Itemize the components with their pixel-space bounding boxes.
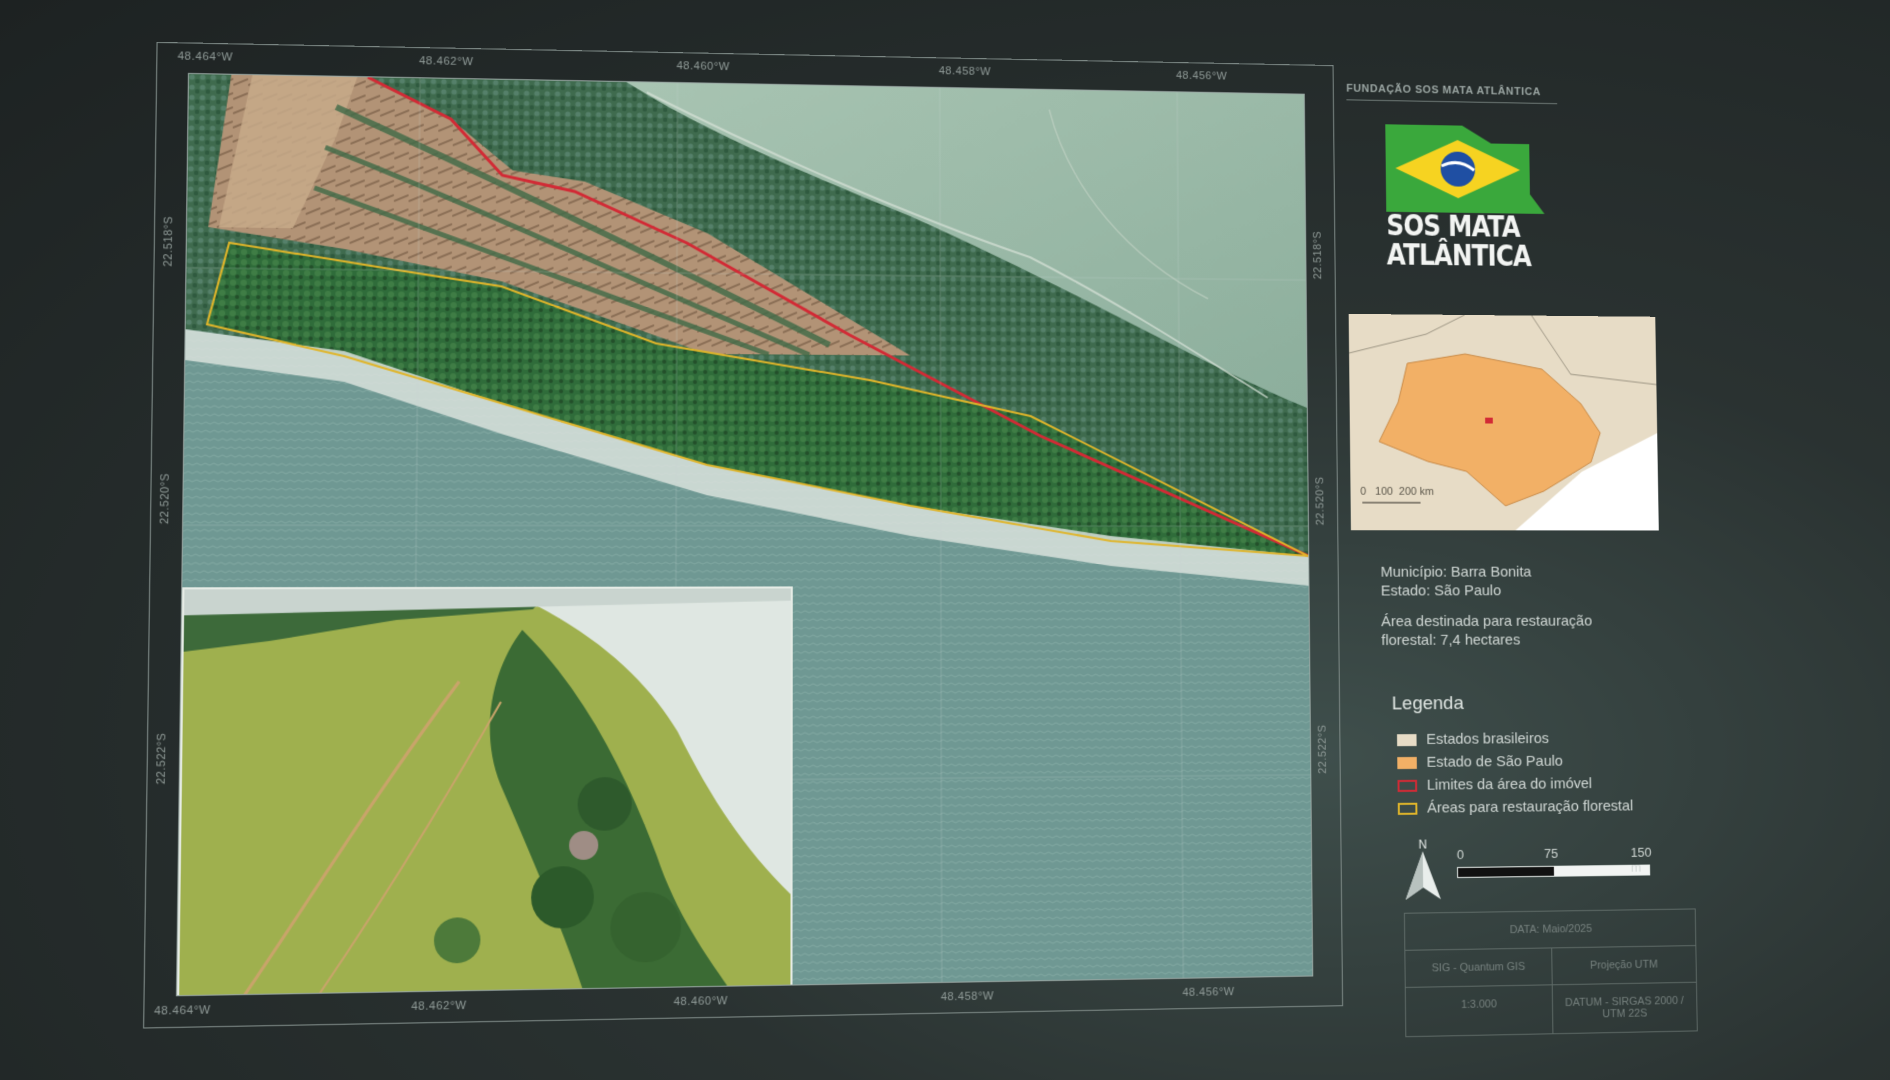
sig-cell: SIG - Quantum GIS — [1405, 948, 1551, 987]
scale-end: 150 m — [1631, 845, 1652, 875]
coord-right-1: 22.518°S — [1312, 231, 1324, 279]
satellite-map — [176, 73, 1313, 996]
scale-bar: 0 75 150 m — [1457, 845, 1650, 878]
coord-bottom-1: 48.464°W — [154, 1004, 211, 1018]
legend-label: Limites da área do imóvel — [1427, 775, 1592, 793]
projection-cell: Projeção UTM — [1551, 946, 1696, 984]
coord-top-3: 48.460°W — [677, 60, 730, 73]
scale-zero: 0 — [1457, 847, 1464, 862]
legend-swatch-states — [1397, 734, 1417, 746]
area-text-line-1: Área destinada para restauração — [1381, 612, 1592, 631]
logo-text: SOS MATA ATLÂNTICA — [1386, 212, 1531, 272]
area-text-line-2: florestal: 7,4 hectares — [1381, 630, 1592, 650]
brazil-flag-logo — [1385, 124, 1549, 214]
legend-swatch-restoration — [1398, 802, 1418, 814]
locator-scale-zero: 0 — [1360, 486, 1366, 498]
coord-right-2: 22.520°S — [1314, 476, 1326, 525]
legend-swatch-boundary — [1398, 779, 1418, 791]
date-cell: DATA: Maio/2025 — [1405, 909, 1695, 949]
north-arrow-icon — [1403, 851, 1443, 901]
coord-top-5: 48.456°W — [1176, 70, 1227, 83]
locator-marker — [1485, 418, 1493, 424]
coord-bottom-2: 48.462°W — [411, 1000, 467, 1014]
coord-bottom-5: 48.456°W — [1182, 986, 1234, 999]
north-label: N — [1403, 837, 1442, 851]
coord-right-3: 22.522°S — [1317, 724, 1329, 773]
legend-title: Legenda — [1392, 693, 1464, 715]
scale-mid: 75 — [1544, 846, 1558, 861]
north-arrow: N — [1403, 837, 1443, 906]
legend-swatch-sao-paulo — [1397, 756, 1417, 768]
organization-name: FUNDAÇÃO SOS MATA ATLÂNTICA — [1346, 83, 1557, 104]
area-info: Município: Barra Bonita Estado: São Paul… — [1380, 563, 1592, 650]
locator-scale-end: 200 km — [1399, 486, 1434, 498]
legend: Estados brasileiros Estado de São Paulo … — [1397, 727, 1633, 820]
legend-item: Estado de São Paulo — [1397, 749, 1632, 774]
legend-item: Limites da área do imóvel — [1397, 772, 1633, 797]
locator-scale-mid: 100 — [1375, 486, 1393, 498]
datum-cell: DATUM - SIRGAS 2000 / UTM 22S — [1551, 983, 1697, 1034]
coord-left-2: 22.520°S — [159, 473, 173, 524]
coord-left-3: 22.522°S — [155, 733, 169, 785]
locator-map: 0 100 200 km — [1349, 314, 1659, 531]
aerial-photo-inset — [177, 586, 793, 996]
locator-scale: 0 100 200 km — [1360, 486, 1434, 498]
map-metadata-table: DATA: Maio/2025 SIG - Quantum GIS Projeç… — [1404, 908, 1698, 1037]
legend-item: Áreas para restauração florestal — [1398, 795, 1634, 820]
map-sheet: 48.464°W 48.462°W 48.460°W 48.458°W 48.4… — [12, 39, 1787, 1071]
ratio-cell: 1:3.000 — [1406, 985, 1552, 1036]
municipio-text: Município: Barra Bonita — [1380, 563, 1591, 582]
legend-item: Estados brasileiros — [1397, 727, 1632, 752]
coord-left-1: 22.518°S — [162, 216, 175, 267]
coord-top-4: 48.458°W — [939, 65, 991, 78]
legend-label: Estado de São Paulo — [1426, 753, 1563, 771]
coord-top-1: 48.464°W — [177, 50, 233, 63]
coord-bottom-3: 48.460°W — [674, 995, 728, 1008]
coord-top-2: 48.462°W — [419, 55, 474, 68]
coord-bottom-4: 48.458°W — [941, 990, 994, 1003]
estado-text: Estado: São Paulo — [1381, 581, 1592, 600]
legend-label: Áreas para restauração florestal — [1427, 798, 1633, 817]
info-panel: FUNDAÇÃO SOS MATA ATLÂNTICA SOS MATA ATL… — [1336, 65, 1704, 1004]
logo-line-2: ATLÂNTICA — [1387, 241, 1532, 272]
legend-label: Estados brasileiros — [1426, 730, 1549, 748]
